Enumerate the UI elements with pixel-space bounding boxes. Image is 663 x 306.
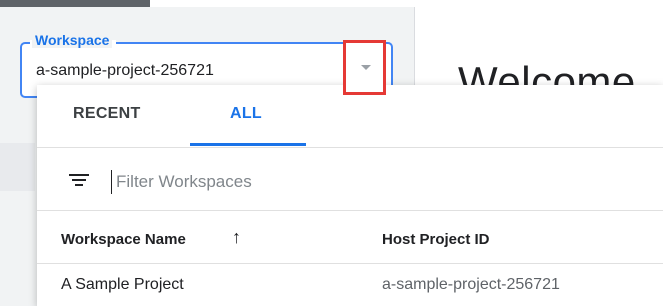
active-tab-indicator	[190, 143, 306, 146]
workspace-dropdown-panel: RECENT ALL Workspace Name ↑ Host Project…	[37, 85, 663, 306]
chevron-down-icon	[361, 65, 371, 70]
sidebar-selected-item[interactable]	[0, 143, 35, 191]
filter-icon[interactable]	[69, 174, 89, 188]
host-project-id-cell: a-sample-project-256721	[382, 276, 560, 293]
column-header-workspace-name[interactable]: Workspace Name	[61, 231, 186, 248]
workspace-select-value: a-sample-project-256721	[36, 62, 214, 79]
filter-row	[37, 148, 663, 211]
filter-workspaces-input[interactable]	[111, 170, 418, 194]
table-row[interactable]: A Sample Project a-sample-project-256721	[37, 264, 663, 306]
table-header: Workspace Name ↑ Host Project ID	[37, 211, 663, 264]
workspace-select-label: Workspace	[32, 32, 113, 48]
column-header-host-project-id[interactable]: Host Project ID	[382, 231, 490, 248]
workspace-dropdown-button[interactable]	[343, 40, 386, 95]
arrow-up-icon[interactable]: ↑	[232, 227, 241, 248]
top-bar	[0, 0, 150, 7]
tab-all[interactable]: ALL	[230, 105, 262, 123]
tab-recent[interactable]: RECENT	[73, 105, 141, 123]
workspace-name-cell: A Sample Project	[61, 276, 184, 293]
